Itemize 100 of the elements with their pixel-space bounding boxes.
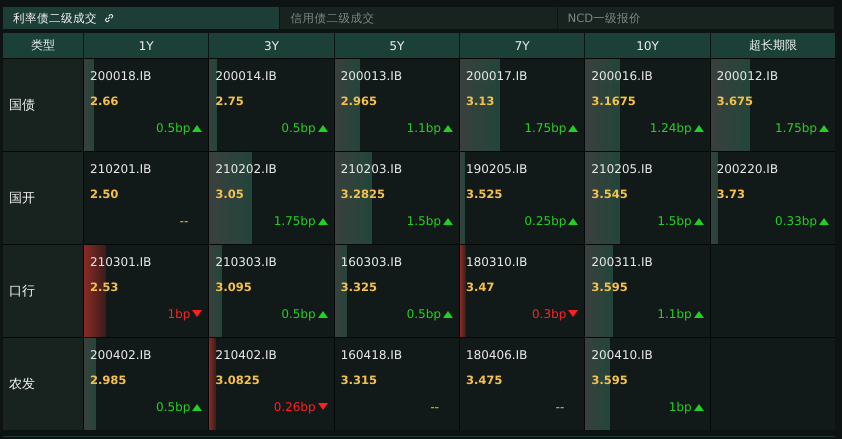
- change-value: 1.75bp: [775, 121, 817, 135]
- change-value: 0.5bp: [406, 307, 441, 321]
- yield-value: 3.595: [591, 373, 628, 387]
- change-value: 1.1bp: [406, 121, 441, 135]
- change-value: 1bp: [167, 307, 190, 321]
- yield-value: 3.095: [215, 280, 252, 294]
- tab[interactable]: NCD一级报价: [558, 7, 835, 29]
- change-value: 0.5bp: [156, 121, 190, 135]
- bond-code: 210301.IB: [90, 255, 152, 269]
- row-header: 国债: [3, 59, 83, 151]
- yield-value: 2.50: [90, 187, 118, 201]
- yield-value: 3.475: [466, 373, 502, 387]
- yield-value: 3.05: [215, 187, 244, 201]
- yield-value: 3.1675: [591, 94, 636, 108]
- down-triangle-icon: [568, 310, 578, 318]
- bond-code: 200220.IB: [716, 162, 780, 176]
- up-triangle-icon: [318, 310, 328, 318]
- yield-value: 2.985: [90, 373, 126, 387]
- bond-code: 200402.IB: [90, 348, 152, 362]
- change-value: 1.75bp: [274, 214, 316, 228]
- row-header: 口行: [3, 245, 83, 337]
- change-value: 0.26bp: [274, 400, 316, 414]
- yield-value: 3.47: [466, 280, 494, 294]
- up-triangle-icon: [694, 124, 704, 132]
- bond-code: 200410.IB: [591, 348, 654, 362]
- yield-value: 3.73: [716, 187, 746, 201]
- yield-value: 3.325: [340, 280, 378, 294]
- column-header: 类型: [3, 33, 83, 58]
- up-triangle-icon: [192, 403, 202, 411]
- tab[interactable]: 信用债二级成交: [280, 7, 558, 29]
- row-header: 农发: [3, 338, 83, 430]
- bond-code: 210201.IB: [90, 162, 152, 176]
- column-header: 1Y: [84, 33, 208, 58]
- column-header: 10Y: [585, 33, 710, 58]
- yield-value: 3.675: [716, 94, 754, 108]
- column-header: 超长期限: [710, 33, 835, 58]
- bond-code: 200013.IB: [340, 69, 404, 83]
- up-triangle-icon: [318, 124, 328, 132]
- change-value: 1.1bp: [657, 307, 692, 321]
- change-value: 1.5bp: [657, 214, 692, 228]
- bond-code: 200311.IB: [591, 255, 654, 269]
- link-icon[interactable]: [103, 12, 115, 24]
- yield-value: 3.13: [466, 94, 494, 108]
- bond-code: 200014.IB: [215, 69, 278, 83]
- yield-value: 3.2825: [340, 187, 386, 201]
- down-triangle-icon: [192, 310, 202, 318]
- change-value: 0.5bp: [281, 307, 316, 321]
- bond-code: 200018.IB: [90, 69, 152, 83]
- change-value: --: [556, 400, 564, 414]
- yield-value: 3.595: [591, 280, 628, 294]
- up-triangle-icon: [819, 124, 829, 132]
- up-triangle-icon: [443, 124, 453, 132]
- bond-code: 200017.IB: [466, 69, 528, 83]
- up-triangle-icon: [568, 124, 578, 132]
- change-value: 0.33bp: [775, 214, 817, 228]
- change-value: 0.3bp: [532, 307, 566, 321]
- up-triangle-icon: [694, 403, 704, 411]
- column-header: 5Y: [334, 33, 459, 58]
- bond-code: 180310.IB: [466, 255, 528, 269]
- up-triangle-icon: [694, 217, 704, 225]
- bond-code: 200012.IB: [716, 69, 780, 83]
- change-value: 0.5bp: [156, 400, 190, 414]
- up-triangle-icon: [318, 217, 328, 225]
- yield-value: 3.315: [340, 373, 378, 387]
- up-triangle-icon: [694, 310, 704, 318]
- bond-code: 210303.IB: [215, 255, 278, 269]
- column-header: 3Y: [209, 33, 334, 58]
- yield-value: 2.66: [90, 94, 118, 108]
- change-value: 1.24bp: [650, 121, 692, 135]
- yield-value: 3.0825: [215, 373, 260, 387]
- column-header: 7Y: [460, 33, 584, 58]
- up-triangle-icon: [568, 217, 578, 225]
- bond-code: 200016.IB: [591, 69, 654, 83]
- change-value: 1bp: [668, 400, 692, 414]
- bond-code: 210402.IB: [215, 348, 278, 362]
- bond-code: 160418.IB: [340, 348, 404, 362]
- up-triangle-icon: [819, 217, 829, 225]
- yield-value: 3.525: [466, 187, 502, 201]
- change-value: 1.75bp: [524, 121, 566, 135]
- bond-code: 160303.IB: [340, 255, 404, 269]
- change-value: --: [180, 214, 188, 228]
- bond-code: 210203.IB: [340, 162, 404, 176]
- up-triangle-icon: [443, 217, 453, 225]
- bond-code: 180406.IB: [466, 348, 528, 362]
- yield-value: 2.75: [215, 94, 244, 108]
- yield-value: 2.53: [90, 280, 118, 294]
- row-header: 国开: [3, 152, 83, 244]
- change-value: 0.25bp: [524, 214, 566, 228]
- change-value: 1.5bp: [406, 214, 441, 228]
- up-triangle-icon: [192, 124, 202, 132]
- bond-code: 210205.IB: [591, 162, 654, 176]
- up-triangle-icon: [443, 310, 453, 318]
- tab[interactable]: 利率债二级成交: [3, 7, 280, 29]
- yield-value: 3.545: [591, 187, 628, 201]
- change-value: --: [430, 400, 439, 414]
- yield-value: 2.965: [340, 94, 378, 108]
- bond-code: 210202.IB: [215, 162, 278, 176]
- bond-code: 190205.IB: [466, 162, 528, 176]
- change-value: 0.5bp: [281, 121, 316, 135]
- down-triangle-icon: [318, 403, 328, 411]
